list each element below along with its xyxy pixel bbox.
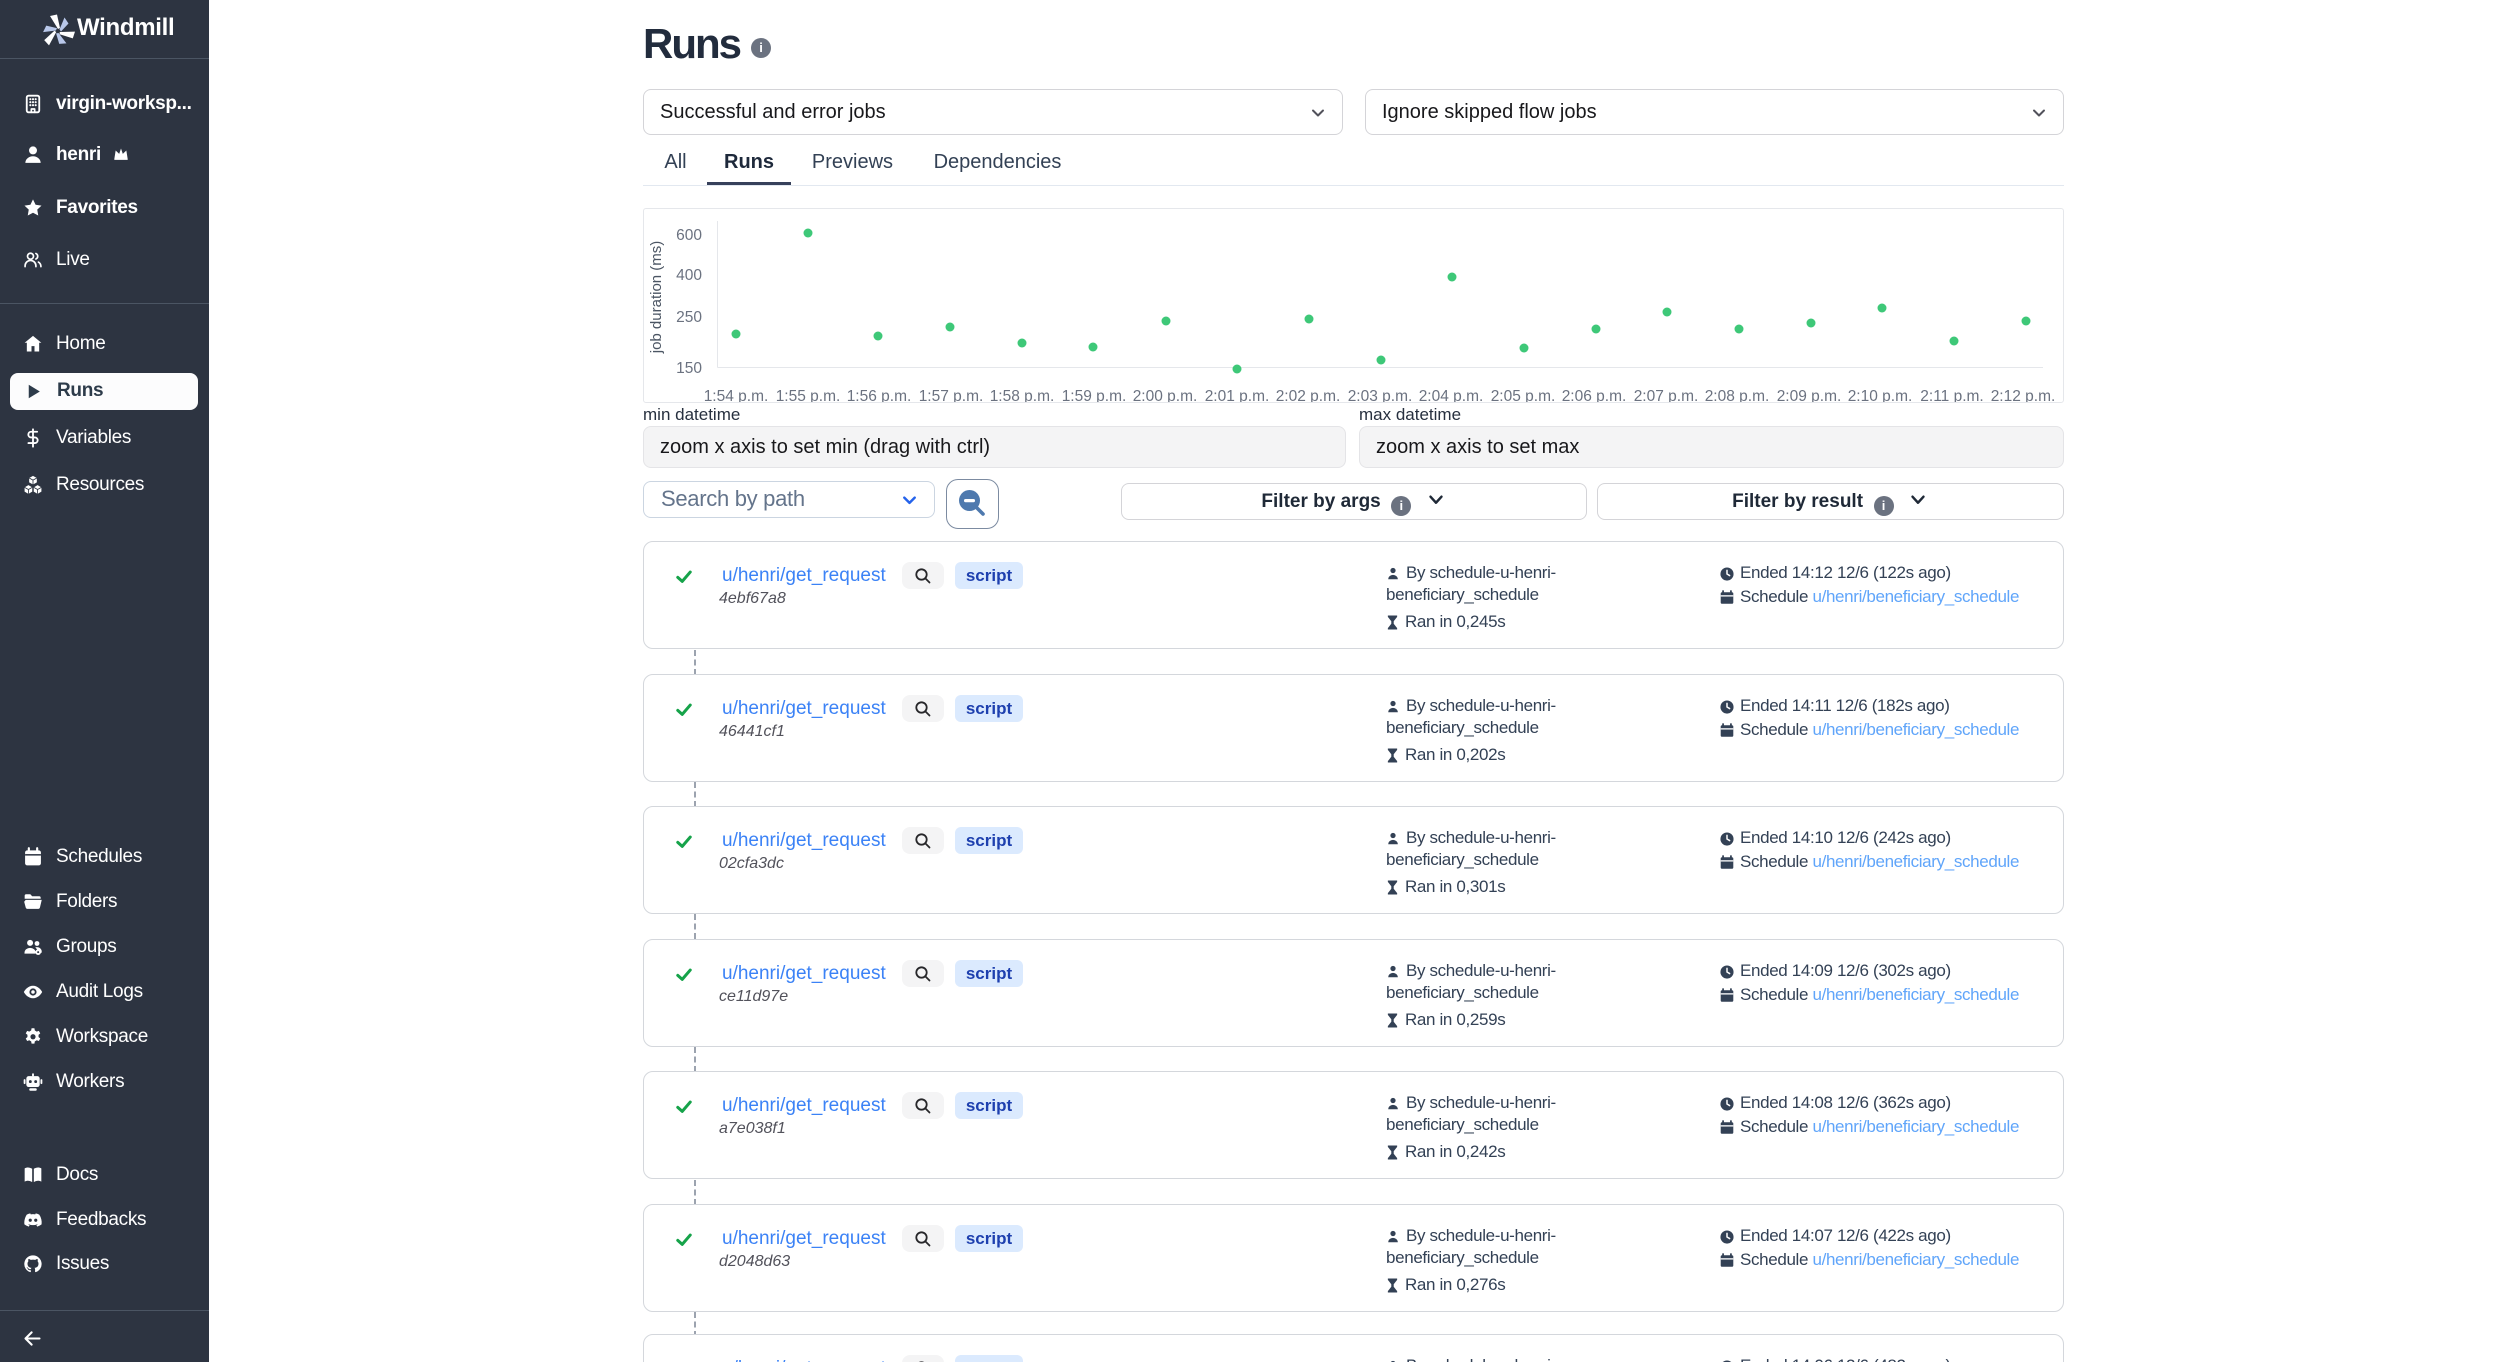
svg-text:1:57 p.m.: 1:57 p.m.: [919, 388, 984, 402]
svg-text:250: 250: [676, 309, 702, 326]
svg-text:1:58 p.m.: 1:58 p.m.: [990, 388, 1055, 402]
svg-text:2:04 p.m.: 2:04 p.m.: [1419, 388, 1484, 402]
svg-text:150: 150: [676, 360, 702, 377]
svg-text:2:12 p.m.: 2:12 p.m.: [1991, 388, 2056, 402]
svg-text:2:02 p.m.: 2:02 p.m.: [1276, 388, 1341, 402]
svg-text:1:59 p.m.: 1:59 p.m.: [1062, 388, 1127, 402]
svg-text:600: 600: [676, 227, 702, 244]
svg-text:2:00 p.m.: 2:00 p.m.: [1133, 388, 1198, 402]
svg-text:2:07 p.m.: 2:07 p.m.: [1634, 388, 1699, 402]
svg-text:2:03 p.m.: 2:03 p.m.: [1348, 388, 1413, 402]
svg-text:2:10 p.m.: 2:10 p.m.: [1848, 388, 1913, 402]
svg-text:2:01 p.m.: 2:01 p.m.: [1205, 388, 1270, 402]
svg-text:400: 400: [676, 267, 702, 284]
svg-text:2:09 p.m.: 2:09 p.m.: [1777, 388, 1842, 402]
svg-text:2:08 p.m.: 2:08 p.m.: [1705, 388, 1770, 402]
svg-text:2:11 p.m.: 2:11 p.m.: [1920, 388, 1983, 402]
svg-text:2:05 p.m.: 2:05 p.m.: [1491, 388, 1556, 402]
svg-text:1:55 p.m.: 1:55 p.m.: [776, 388, 841, 402]
svg-text:2:06 p.m.: 2:06 p.m.: [1562, 388, 1627, 402]
svg-text:job duration (ms): job duration (ms): [648, 241, 665, 355]
svg-text:1:54 p.m.: 1:54 p.m.: [704, 388, 769, 402]
svg-text:1:56 p.m.: 1:56 p.m.: [847, 388, 912, 402]
